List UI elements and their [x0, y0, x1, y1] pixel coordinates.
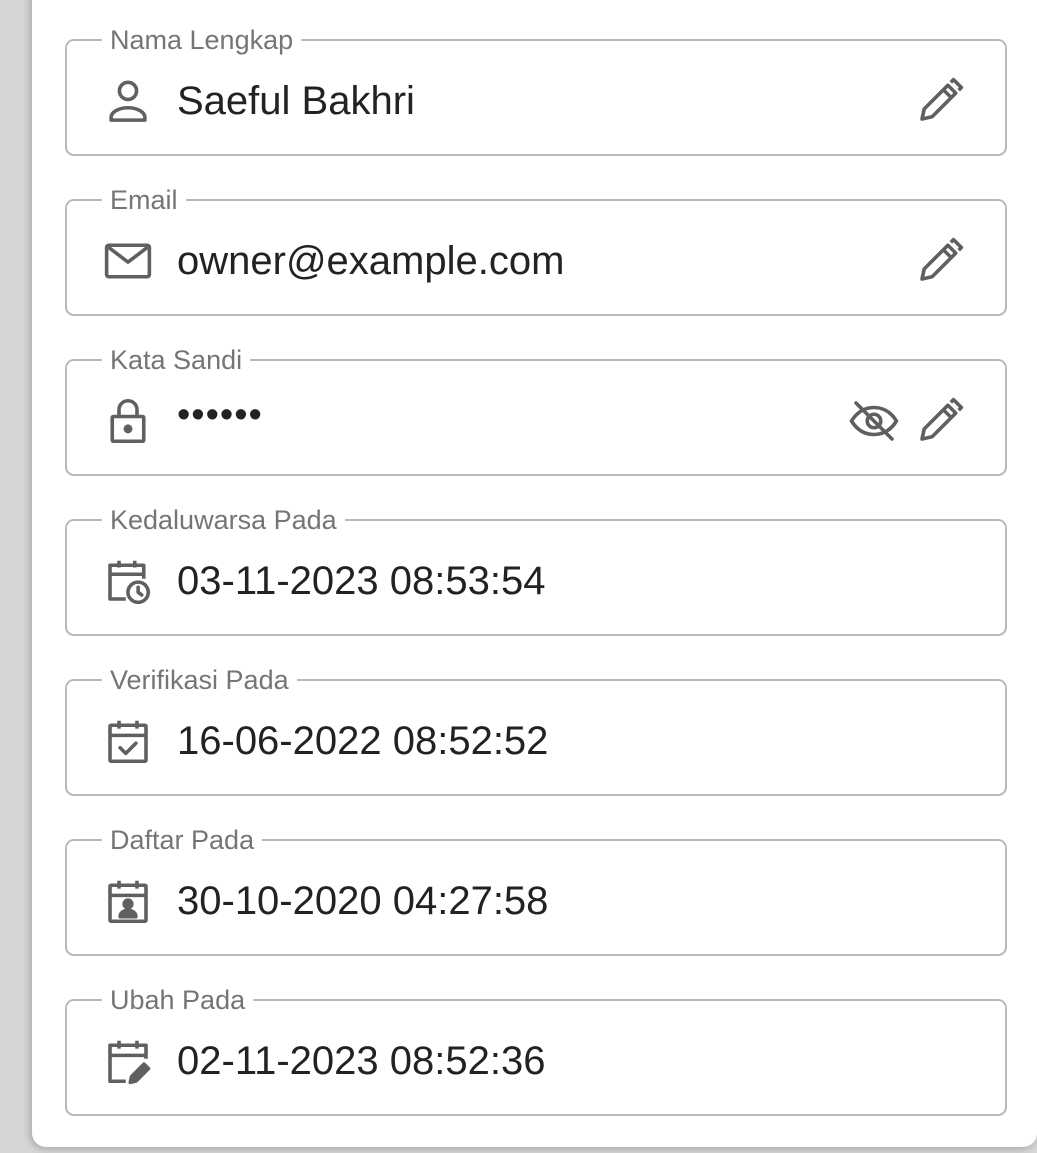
calendar-clock-icon — [101, 554, 155, 608]
registered-at-field[interactable]: Daftar Pada 30-10-2020 04:27:58 — [65, 827, 1007, 956]
updated-at-value: 02-11-2023 08:52:36 — [177, 1039, 546, 1083]
visibility-off-icon[interactable] — [847, 394, 901, 448]
mail-icon — [101, 234, 155, 288]
edit-icon[interactable] — [913, 394, 967, 448]
updated-at-field[interactable]: Ubah Pada 02-11-2023 08:52:36 — [65, 987, 1007, 1116]
edit-icon[interactable] — [913, 234, 967, 288]
lock-icon — [101, 394, 155, 448]
calendar-account-icon — [101, 874, 155, 928]
expires-at-field[interactable]: Kedaluwarsa Pada 03-11-2023 08:53:54 — [65, 507, 1007, 636]
verified-at-value: 16-06-2022 08:52:52 — [177, 719, 549, 763]
profile-page: Nama Lengkap Saeful Bakhri Email owner@e… — [0, 0, 1037, 1153]
full-name-value: Saeful Bakhri — [177, 79, 415, 123]
person-icon — [101, 74, 155, 128]
verified-at-field[interactable]: Verifikasi Pada 16-06-2022 08:52:52 — [65, 667, 1007, 796]
password-label: Kata Sandi — [110, 345, 243, 375]
verified-at-label: Verifikasi Pada — [110, 665, 289, 695]
password-value: •••••• — [177, 394, 263, 436]
registered-at-value: 30-10-2020 04:27:58 — [177, 879, 549, 923]
email-field[interactable]: Email owner@example.com — [65, 187, 1007, 316]
registered-at-label: Daftar Pada — [110, 825, 255, 855]
expires-at-label: Kedaluwarsa Pada — [110, 505, 337, 535]
calendar-check-icon — [101, 714, 155, 768]
email-label: Email — [110, 185, 178, 215]
full-name-field[interactable]: Nama Lengkap Saeful Bakhri — [65, 27, 1007, 156]
edit-icon[interactable] — [913, 74, 967, 128]
password-field[interactable]: Kata Sandi •••••• — [65, 347, 1007, 476]
email-value: owner@example.com — [177, 239, 565, 283]
updated-at-label: Ubah Pada — [110, 985, 246, 1015]
full-name-label: Nama Lengkap — [110, 25, 294, 55]
expires-at-value: 03-11-2023 08:53:54 — [177, 559, 546, 603]
calendar-edit-icon — [101, 1034, 155, 1088]
